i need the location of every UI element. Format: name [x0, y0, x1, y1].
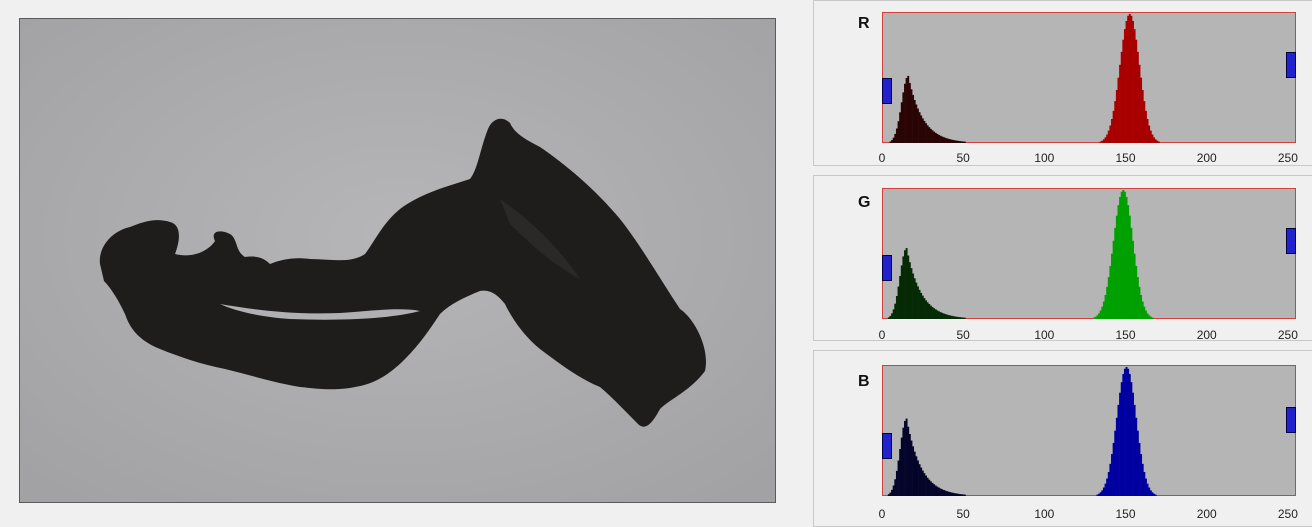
- x-axis-ticks: 0 50 100 150 200 250: [878, 151, 1298, 167]
- tick-label: 100: [1034, 507, 1055, 521]
- high-threshold-handle[interactable]: [1286, 407, 1296, 433]
- high-threshold-handle[interactable]: [1286, 52, 1296, 78]
- histogram-bar: [963, 317, 966, 319]
- tick-label: 200: [1196, 507, 1217, 521]
- histogram-bar: [1151, 317, 1154, 319]
- high-threshold-handle[interactable]: [1286, 228, 1296, 254]
- channel-label: G: [858, 194, 871, 211]
- histogram-plot: [882, 188, 1296, 319]
- histogram-bar: [963, 141, 966, 143]
- histogram-panel-r: R 0 50 100 150 200 250: [813, 0, 1312, 166]
- photo-icon: [20, 19, 775, 502]
- histogram-bar: [963, 494, 966, 496]
- low-threshold-handle[interactable]: [882, 433, 892, 459]
- low-threshold-handle[interactable]: [882, 78, 892, 104]
- histogram-bar: [1157, 141, 1160, 143]
- tick-label: 50: [956, 328, 970, 342]
- channel-label: R: [858, 15, 870, 32]
- tick-label: 200: [1196, 151, 1217, 165]
- tick-label: 150: [1115, 151, 1136, 165]
- image-preview: [19, 18, 776, 503]
- low-threshold-handle[interactable]: [882, 255, 892, 281]
- tick-label: 150: [1115, 507, 1136, 521]
- tick-label: 0: [878, 507, 886, 521]
- x-axis-ticks: 0 50 100 150 200 250: [878, 507, 1298, 523]
- histogram-bar: [1154, 494, 1157, 496]
- tick-label: 150: [1115, 328, 1136, 342]
- tick-label: 0: [878, 151, 886, 165]
- tick-label: 100: [1034, 328, 1055, 342]
- tick-label: 200: [1196, 328, 1217, 342]
- tick-label: 100: [1034, 151, 1055, 165]
- tick-label: 0: [878, 328, 886, 342]
- x-axis-ticks: 0 50 100 150 200 250: [878, 328, 1298, 344]
- histogram-plot: [882, 365, 1296, 496]
- tick-label: 250: [1277, 328, 1298, 342]
- channel-label: B: [858, 373, 870, 390]
- tick-label: 250: [1277, 507, 1298, 521]
- tick-label: 250: [1277, 151, 1298, 165]
- histogram-plot: [882, 12, 1296, 144]
- tick-label: 50: [956, 151, 970, 165]
- histogram-panel-b: B 0 50 100 150 200 250: [813, 350, 1312, 527]
- histogram-panel-g: G 0 50 100 150 200 250: [813, 175, 1312, 344]
- tick-label: 50: [956, 507, 970, 521]
